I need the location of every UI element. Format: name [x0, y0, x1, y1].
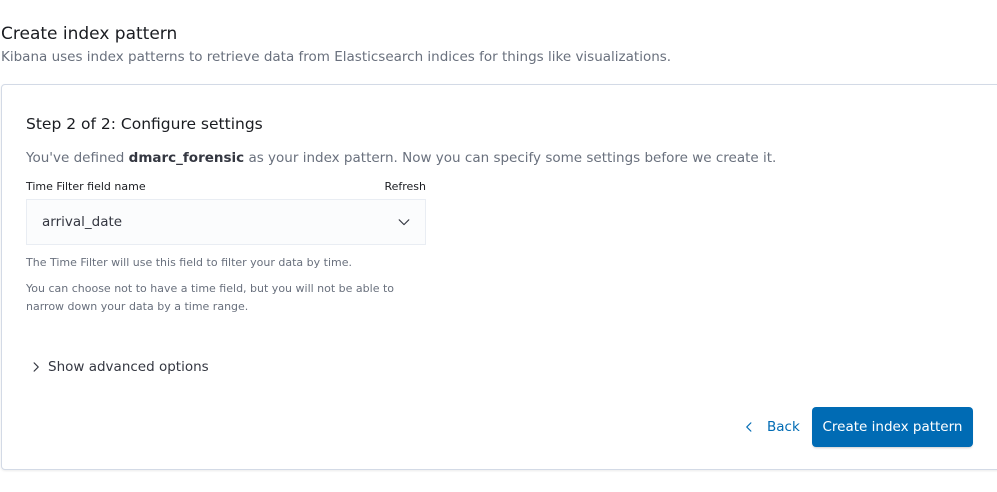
chevron-right-icon: [33, 362, 39, 372]
time-filter-field-label: Time Filter field name: [26, 180, 146, 193]
configure-settings-panel: Step 2 of 2: Configure settings You've d…: [1, 84, 997, 470]
back-button-label: Back: [767, 419, 800, 435]
time-filter-label-row: Time Filter field name Refresh: [26, 179, 426, 195]
back-button[interactable]: Back: [733, 407, 810, 447]
time-filter-help-text: The Time Filter will use this field to f…: [26, 256, 353, 269]
step-description-prefix: You've defined: [26, 150, 129, 166]
step-description: You've defined dmarc_forensic as your in…: [26, 147, 776, 169]
page-header: Create index pattern Kibana uses index p…: [0, 22, 997, 68]
time-filter-no-field-help-text: You can choose not to have a time field,…: [26, 282, 395, 313]
time-filter-field-select[interactable]: arrival_date: [26, 199, 426, 245]
chevron-left-icon: [746, 422, 752, 432]
refresh-link[interactable]: Refresh: [384, 179, 426, 195]
page-subtitle: Kibana uses index patterns to retrieve d…: [1, 49, 672, 65]
create-index-pattern-button[interactable]: Create index pattern: [812, 407, 973, 447]
index-pattern-name: dmarc_forensic: [128, 150, 245, 166]
page-title: Create index pattern: [1, 24, 178, 44]
chevron-down-icon: [398, 219, 410, 226]
step-title: Step 2 of 2: Configure settings: [26, 115, 263, 133]
step-description-suffix: as your index pattern. Now you can speci…: [244, 150, 777, 166]
show-advanced-options-label: Show advanced options: [48, 359, 209, 375]
time-filter-selected-value: arrival_date: [42, 214, 123, 230]
show-advanced-options-toggle[interactable]: Show advanced options: [30, 357, 209, 377]
